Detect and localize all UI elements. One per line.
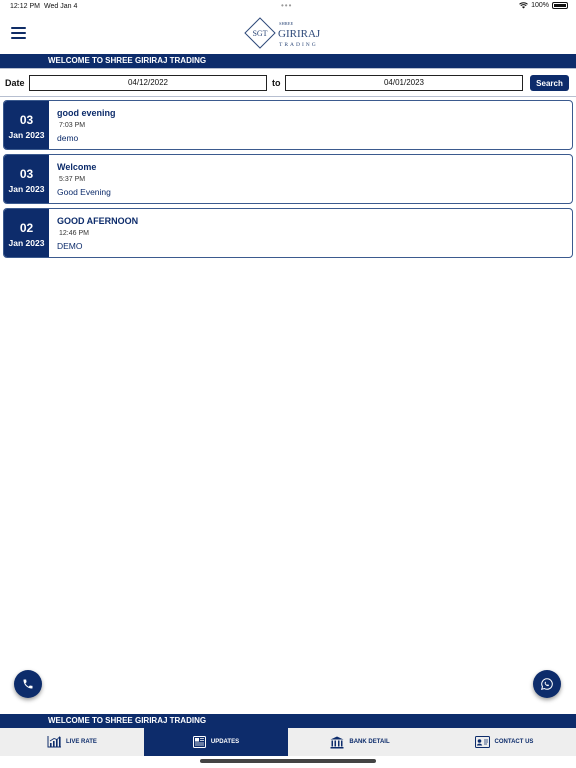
card-day: 03: [19, 113, 34, 127]
bottom-nav: LIVE RATE UPDATES BANK DETAIL CONTACT US: [0, 728, 576, 756]
phone-icon: [23, 679, 33, 689]
welcome-banner-bottom: WELCOME TO SHREE GIRIRAJ TRADING: [0, 714, 576, 728]
card-body: GOOD AFERNOON 12:46 PM DEMO: [57, 216, 566, 251]
bank-icon: [330, 736, 344, 749]
card-month-year: Jan 2023: [8, 184, 45, 194]
nav-label: BANK DETAIL: [349, 739, 390, 745]
card-date-badge: 03 Jan 2023: [4, 101, 49, 149]
logo-top: SHREE: [279, 21, 294, 26]
date-label: Date: [5, 78, 25, 88]
to-date-input[interactable]: 04/01/2023: [285, 75, 523, 91]
multitasking-dots-icon: •••: [281, 1, 293, 10]
card-month-year: Jan 2023: [8, 130, 45, 140]
card-date-badge: 02 Jan 2023: [4, 209, 49, 257]
welcome-banner-top: WELCOME TO SHREE GIRIRAJ TRADING: [0, 54, 576, 68]
card-date-badge: 03 Jan 2023: [4, 155, 49, 203]
nav-label: UPDATES: [210, 739, 240, 745]
nav-label: CONTACT US: [494, 739, 534, 745]
card-time: 5:37 PM: [59, 176, 86, 183]
divider: [0, 68, 576, 69]
card-day: 02: [19, 221, 34, 235]
nav-updates[interactable]: UPDATES: [144, 728, 288, 756]
card-title: GOOD AFERNOON: [57, 216, 139, 226]
logo-mark: SGT: [252, 29, 267, 38]
battery-icon: [552, 2, 568, 9]
update-card[interactable]: 02 Jan 2023 GOOD AFERNOON 12:46 PM DEMO: [3, 208, 573, 258]
card-title: Welcome: [57, 162, 97, 172]
nav-contact-us[interactable]: CONTACT US: [432, 728, 576, 756]
divider: [0, 96, 576, 97]
search-button[interactable]: Search: [530, 75, 569, 91]
update-card[interactable]: 03 Jan 2023 Welcome 5:37 PM Good Evening: [3, 154, 573, 204]
status-date: Wed Jan 4: [44, 3, 78, 10]
card-body: good evening 7:03 PM demo: [57, 108, 566, 143]
logo-name: GIRIRAJ: [278, 28, 321, 40]
date-filter: Date 04/12/2022 to 04/01/2023 Search: [0, 74, 576, 92]
card-day: 03: [19, 167, 34, 181]
card-time: 7:03 PM: [59, 122, 86, 129]
home-indicator[interactable]: [200, 759, 376, 763]
chart-icon: [47, 736, 62, 748]
menu-icon[interactable]: [11, 27, 26, 39]
status-right: 100%: [519, 2, 568, 9]
card-text: DEMO: [57, 241, 83, 251]
whatsapp-icon: [541, 678, 553, 690]
status-bar: 12:12 PM Wed Jan 4 ••• 100%: [0, 0, 576, 14]
card-time: 12:46 PM: [59, 230, 89, 237]
battery-percent: 100%: [531, 2, 549, 9]
contact-card-icon: [474, 736, 490, 748]
wifi-icon: [519, 2, 528, 9]
logo-sub: TRADING: [279, 42, 318, 48]
from-date-input[interactable]: 04/12/2022: [29, 75, 267, 91]
call-button[interactable]: [14, 670, 42, 698]
whatsapp-button[interactable]: [533, 670, 561, 698]
to-label: to: [272, 78, 281, 88]
nav-bank-detail[interactable]: BANK DETAIL: [288, 728, 432, 756]
logo: SGT SHREE GIRIRAJ TRADING: [244, 17, 321, 49]
news-icon: [192, 736, 206, 748]
nav-label: LIVE RATE: [66, 739, 97, 745]
card-body: Welcome 5:37 PM Good Evening: [57, 162, 566, 197]
nav-live-rate[interactable]: LIVE RATE: [0, 728, 144, 756]
app-header: SGT SHREE GIRIRAJ TRADING: [0, 14, 576, 53]
status-time: 12:12 PM: [10, 3, 40, 10]
card-title: good evening: [57, 108, 116, 118]
update-card[interactable]: 03 Jan 2023 good evening 7:03 PM demo: [3, 100, 573, 150]
card-month-year: Jan 2023: [8, 238, 45, 248]
card-text: demo: [57, 133, 79, 143]
updates-list: 03 Jan 2023 good evening 7:03 PM demo 03…: [3, 100, 573, 262]
card-text: Good Evening: [57, 187, 111, 197]
